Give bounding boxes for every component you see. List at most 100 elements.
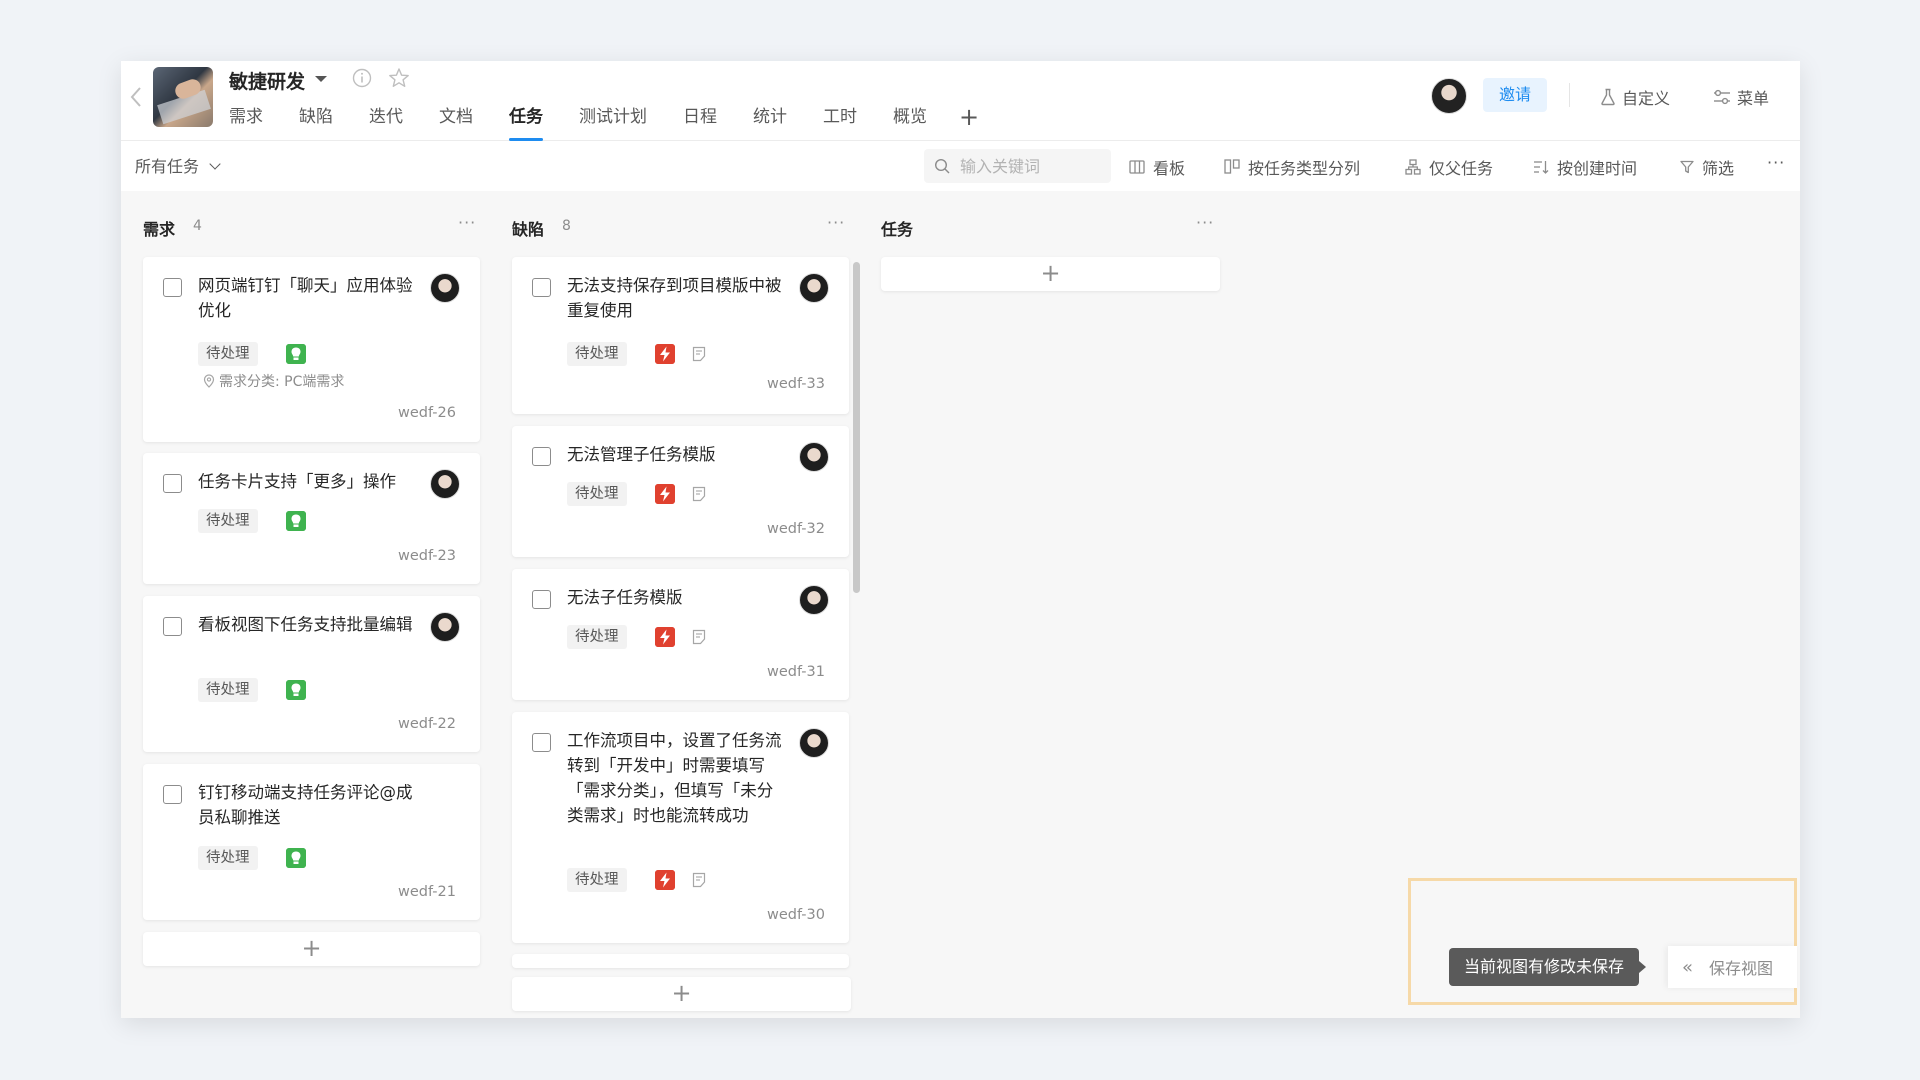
task-title: 无法子任务模版 bbox=[567, 588, 683, 607]
task-card[interactable]: 任务卡片支持「更多」操作 待处理 wedf-23 bbox=[143, 453, 480, 584]
column-more-button[interactable]: ··· bbox=[458, 213, 476, 232]
tab-requirements[interactable]: 需求 bbox=[229, 105, 263, 141]
filter-button[interactable]: 筛选 bbox=[1680, 155, 1734, 179]
task-title: 任务卡片支持「更多」操作 bbox=[198, 472, 396, 491]
collapse-chevron-icon[interactable]: « bbox=[1682, 957, 1693, 978]
task-card[interactable]: 钉钉移动端支持任务评论@成员私聊推送 待处理 wedf-21 bbox=[143, 764, 480, 920]
task-scope-select[interactable]: 所有任务 bbox=[135, 153, 199, 177]
assignee-avatar[interactable] bbox=[799, 728, 829, 758]
task-card[interactable]: 看板视图下任务支持批量编辑 待处理 wedf-22 bbox=[143, 596, 480, 752]
status-badge[interactable]: 待处理 bbox=[198, 342, 258, 366]
star-icon[interactable] bbox=[388, 67, 410, 89]
status-badge[interactable]: 待处理 bbox=[198, 509, 258, 533]
status-badge[interactable]: 待处理 bbox=[567, 342, 627, 366]
column-count: 4 bbox=[193, 218, 202, 234]
board-icon bbox=[1129, 160, 1145, 174]
requirement-bulb-icon bbox=[286, 511, 306, 531]
requirement-category: 需求分类: PC端需求 bbox=[203, 371, 344, 391]
tab-tasks[interactable]: 任务 bbox=[509, 105, 543, 141]
task-id: wedf-26 bbox=[398, 405, 456, 421]
project-name[interactable]: 敏捷研发 bbox=[229, 67, 305, 94]
assignee-avatar[interactable] bbox=[430, 273, 460, 303]
project-avatar bbox=[153, 67, 213, 127]
task-title: 无法支持保存到项目模版中被重复使用 bbox=[567, 276, 782, 320]
task-checkbox[interactable] bbox=[532, 447, 551, 466]
add-card-button[interactable]: + bbox=[512, 977, 851, 1011]
column-more-button[interactable]: ··· bbox=[827, 213, 845, 232]
save-view-button[interactable]: « 保存视图 bbox=[1668, 946, 1797, 988]
board-view-button[interactable]: 看板 bbox=[1129, 155, 1185, 179]
task-checkbox[interactable] bbox=[532, 590, 551, 609]
status-badge[interactable]: 待处理 bbox=[198, 678, 258, 702]
task-card[interactable]: 无法支持保存到项目模版中被重复使用 待处理 wedf-33 bbox=[512, 257, 849, 414]
add-tab-button[interactable]: + bbox=[959, 105, 979, 129]
project-header: 敏捷研发 需求 缺陷 迭代 文档 任务 测试计划 日程 统计 工时 概览 + 邀… bbox=[121, 61, 1800, 141]
assignee-avatar[interactable] bbox=[430, 612, 460, 642]
column-count: 8 bbox=[562, 218, 571, 234]
tab-iterations[interactable]: 迭代 bbox=[369, 105, 403, 141]
task-checkbox[interactable] bbox=[532, 278, 551, 297]
info-icon[interactable] bbox=[352, 68, 372, 88]
back-arrow-icon[interactable] bbox=[129, 85, 143, 109]
task-title: 钉钉移动端支持任务评论@成员私聊推送 bbox=[198, 783, 413, 827]
add-card-button[interactable]: + bbox=[143, 932, 480, 966]
customize-label: 自定义 bbox=[1622, 89, 1671, 108]
status-badge[interactable]: 待处理 bbox=[567, 625, 627, 649]
column-scrollbar[interactable] bbox=[853, 262, 860, 593]
parent-task-icon bbox=[1405, 159, 1421, 175]
search-box[interactable] bbox=[924, 149, 1111, 183]
task-card[interactable]: 网页端钉钉「聊天」应用体验优化 待处理 需求分类: PC端需求 wedf-26 bbox=[143, 257, 480, 442]
task-card[interactable]: 工作流项目中，设置了任务流转到「开发中」时需要填写「需求分类」，但填写「未分类需… bbox=[512, 712, 849, 943]
tab-docs[interactable]: 文档 bbox=[439, 105, 473, 141]
search-icon bbox=[934, 158, 950, 174]
status-badge[interactable]: 待处理 bbox=[198, 846, 258, 870]
task-checkbox[interactable] bbox=[163, 617, 182, 636]
group-by-type-button[interactable]: 按任务类型分列 bbox=[1224, 155, 1360, 179]
tab-test-plans[interactable]: 测试计划 bbox=[579, 105, 647, 141]
tab-statistics[interactable]: 统计 bbox=[753, 105, 787, 141]
tab-schedule[interactable]: 日程 bbox=[683, 105, 717, 141]
parent-only-button[interactable]: 仅父任务 bbox=[1405, 155, 1493, 179]
assignee-avatar[interactable] bbox=[799, 273, 829, 303]
task-checkbox[interactable] bbox=[163, 785, 182, 804]
project-switch-caret-icon[interactable] bbox=[315, 76, 327, 82]
add-card-button[interactable]: + bbox=[881, 257, 1220, 291]
column-header-tasks: 任务 ··· bbox=[881, 213, 1221, 240]
avatar[interactable] bbox=[1431, 78, 1467, 114]
status-badge[interactable]: 待处理 bbox=[567, 868, 627, 892]
tab-bugs[interactable]: 缺陷 bbox=[299, 105, 333, 141]
task-id: wedf-22 bbox=[398, 716, 456, 732]
save-view-label: 保存视图 bbox=[1709, 959, 1774, 978]
tab-work-hours[interactable]: 工时 bbox=[823, 105, 857, 141]
task-card-partial[interactable] bbox=[512, 954, 849, 968]
status-badge[interactable]: 待处理 bbox=[567, 482, 627, 506]
tab-overview[interactable]: 概览 bbox=[893, 105, 927, 141]
column-more-button[interactable]: ··· bbox=[1196, 213, 1214, 232]
search-input[interactable] bbox=[960, 155, 1100, 177]
task-checkbox[interactable] bbox=[163, 278, 182, 297]
column-header-bugs: 缺陷 8 ··· bbox=[512, 213, 852, 240]
task-card[interactable]: 无法子任务模版 待处理 wedf-31 bbox=[512, 569, 849, 700]
menu-button[interactable]: 菜单 bbox=[1713, 85, 1769, 109]
chevron-down-icon[interactable] bbox=[209, 158, 221, 170]
assignee-avatar[interactable] bbox=[430, 469, 460, 499]
invite-button[interactable]: 邀请 bbox=[1483, 78, 1547, 112]
task-checkbox[interactable] bbox=[163, 474, 182, 493]
assignee-avatar[interactable] bbox=[799, 585, 829, 615]
filter-icon bbox=[1680, 160, 1694, 174]
board-view-label: 看板 bbox=[1153, 159, 1186, 178]
task-title: 网页端钉钉「聊天」应用体验优化 bbox=[198, 276, 413, 320]
requirement-category-text: 需求分类: PC端需求 bbox=[219, 374, 345, 390]
toolbar-more-button[interactable]: ··· bbox=[1767, 153, 1785, 172]
assignee-avatar[interactable] bbox=[799, 442, 829, 472]
task-checkbox[interactable] bbox=[532, 733, 551, 752]
bug-bolt-icon bbox=[655, 484, 675, 504]
bug-bolt-icon bbox=[655, 870, 675, 890]
bug-bolt-icon bbox=[655, 344, 675, 364]
task-card[interactable]: 无法管理子任务模版 待处理 wedf-32 bbox=[512, 426, 849, 557]
note-icon bbox=[692, 346, 706, 362]
task-title: 看板视图下任务支持批量编辑 bbox=[198, 615, 413, 634]
sort-icon bbox=[1534, 161, 1549, 174]
customize-button[interactable]: 自定义 bbox=[1600, 85, 1670, 109]
sort-button[interactable]: 按创建时间 bbox=[1533, 155, 1637, 179]
